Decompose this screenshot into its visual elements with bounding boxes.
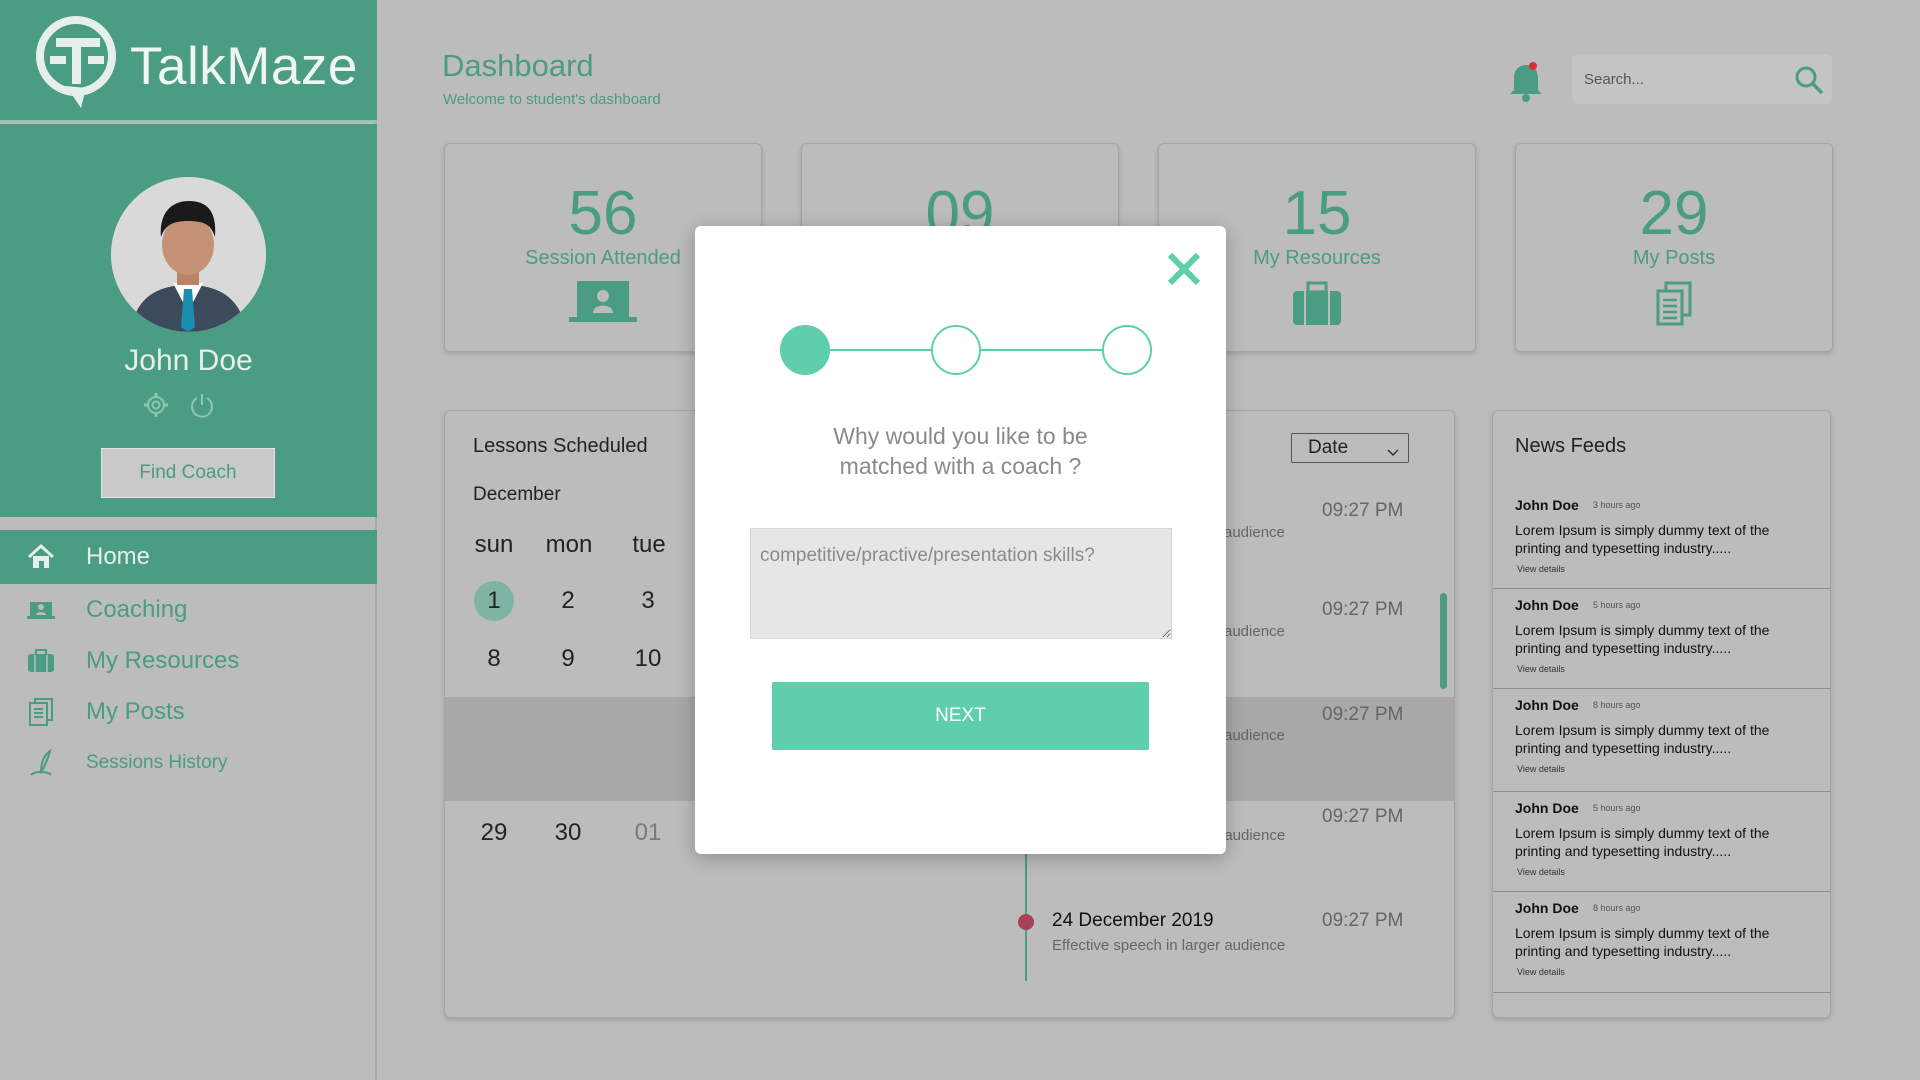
close-icon[interactable] (1164, 249, 1204, 289)
coach-match-modal: Why would you like to be matched with a … (695, 226, 1226, 854)
step-3-indicator (1102, 325, 1152, 375)
answer-textarea[interactable] (750, 528, 1172, 639)
modal-question: Why would you like to be matched with a … (695, 421, 1226, 481)
stepper-line (979, 349, 1105, 351)
stepper-line (828, 349, 933, 351)
step-1-indicator (780, 325, 830, 375)
step-2-indicator (931, 325, 981, 375)
progress-stepper (780, 325, 1152, 377)
next-button[interactable]: NEXT (772, 682, 1149, 750)
modal-question-text: Why would you like to be matched with a … (833, 423, 1088, 479)
